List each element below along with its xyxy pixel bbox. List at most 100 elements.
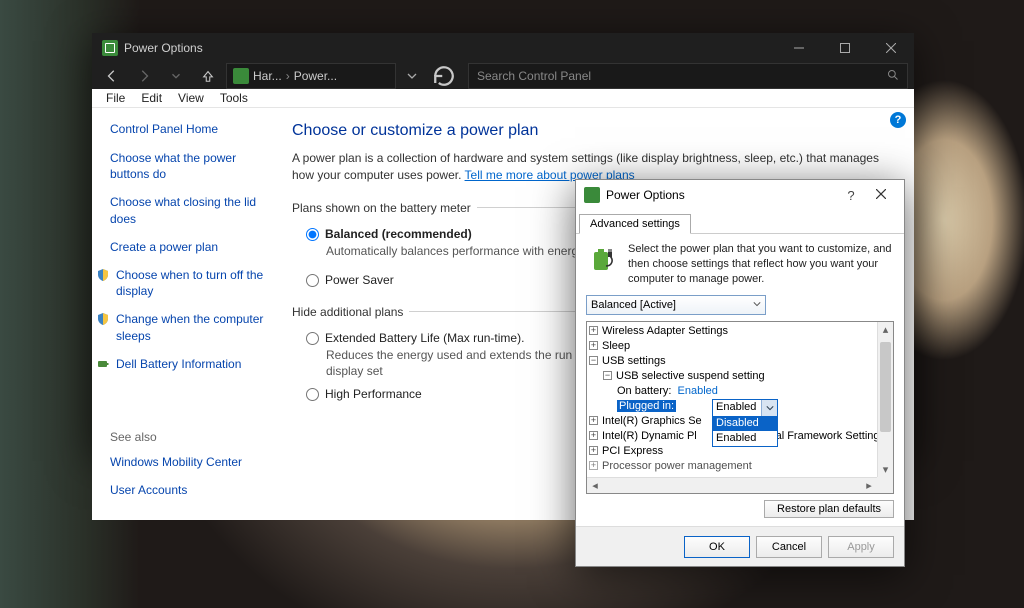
scroll-thumb[interactable] xyxy=(880,342,891,432)
plan-balanced-radio[interactable] xyxy=(306,228,319,241)
power-icon xyxy=(584,187,600,203)
power-options-dialog: Power Options ? Advanced settings Select… xyxy=(575,179,905,567)
close-button[interactable] xyxy=(866,189,896,202)
search-icon xyxy=(887,69,899,84)
settings-tree[interactable]: +Wireless Adapter Settings +Sleep −USB s… xyxy=(586,321,894,494)
tree-label-plugged-in: Plugged in: xyxy=(617,400,676,412)
battery-icon xyxy=(96,357,110,371)
forward-button[interactable] xyxy=(130,63,158,89)
tree-node-intel-dynamic[interactable]: Intel(R) Dynamic Pl xyxy=(602,430,697,442)
sidebar-link-mobility-center[interactable]: Windows Mobility Center xyxy=(110,454,264,470)
group-legend: Hide additional plans xyxy=(292,305,409,319)
expand-icon[interactable]: + xyxy=(589,341,598,350)
back-button[interactable] xyxy=(98,63,126,89)
restore-defaults-button[interactable]: Restore plan defaults xyxy=(764,500,894,518)
sidebar-link-user-accounts[interactable]: User Accounts xyxy=(110,482,264,498)
group-legend: Plans shown on the battery meter xyxy=(292,201,477,215)
plan-extended-label: Extended Battery Life (Max run-time). xyxy=(325,331,524,345)
horizontal-scrollbar[interactable]: ◂ ▸ xyxy=(587,477,877,493)
navigation-bar: Har... › Power... Search Control Panel xyxy=(92,63,914,89)
menu-edit[interactable]: Edit xyxy=(133,89,170,107)
plan-select-value: Balanced [Active] xyxy=(591,299,676,311)
menu-view[interactable]: View xyxy=(170,89,212,107)
minimize-button[interactable] xyxy=(776,33,822,63)
sidebar: Control Panel Home Choose what the power… xyxy=(92,108,272,520)
chevron-down-icon[interactable] xyxy=(761,400,777,416)
chevron-right-icon: › xyxy=(286,69,290,83)
dialog-titlebar[interactable]: Power Options ? xyxy=(576,180,904,210)
up-button[interactable] xyxy=(194,63,222,89)
tab-advanced-settings[interactable]: Advanced settings xyxy=(579,214,691,234)
tree-node-sleep[interactable]: Sleep xyxy=(602,340,630,352)
tree-node-usb[interactable]: USB settings xyxy=(602,355,666,367)
dropdown-option-disabled[interactable]: Disabled xyxy=(713,416,777,431)
power-icon xyxy=(102,40,118,56)
search-input[interactable]: Search Control Panel xyxy=(468,63,908,89)
help-button[interactable]: ? xyxy=(836,188,866,203)
plan-highperf-radio[interactable] xyxy=(306,388,319,401)
tree-node-wireless[interactable]: Wireless Adapter Settings xyxy=(602,325,728,337)
page-heading: Choose or customize a power plan xyxy=(292,122,894,140)
plugged-in-dropdown[interactable]: Enabled Disabled Enabled xyxy=(712,399,778,447)
help-icon[interactable]: ? xyxy=(890,112,906,128)
expand-icon[interactable]: + xyxy=(589,416,598,425)
shield-icon xyxy=(96,312,110,326)
menu-tools[interactable]: Tools xyxy=(212,89,256,107)
shield-icon xyxy=(96,268,110,282)
sidebar-link-lid[interactable]: Choose what closing the lid does xyxy=(110,194,264,226)
collapse-icon[interactable]: − xyxy=(603,371,612,380)
dropdown-current-value: Enabled xyxy=(713,400,761,415)
scroll-left-button[interactable]: ◂ xyxy=(587,478,603,493)
plan-extended-radio[interactable] xyxy=(306,332,319,345)
expand-icon[interactable]: + xyxy=(589,446,598,455)
sidebar-link-sleep[interactable]: Change when the computer sleeps xyxy=(116,311,264,343)
maximize-button[interactable] xyxy=(822,33,868,63)
recent-locations-button[interactable] xyxy=(162,63,190,89)
apply-button[interactable]: Apply xyxy=(828,536,894,558)
address-history-button[interactable] xyxy=(400,63,424,89)
breadcrumb-item[interactable]: Har... xyxy=(253,69,282,83)
menu-file[interactable]: File xyxy=(98,89,133,107)
window-title: Power Options xyxy=(124,41,776,55)
dialog-title: Power Options xyxy=(606,188,836,202)
dropdown-option-enabled[interactable]: Enabled xyxy=(713,431,777,446)
close-button[interactable] xyxy=(868,33,914,63)
tree-node-pci-express[interactable]: PCI Express xyxy=(602,445,663,457)
expand-icon[interactable]: + xyxy=(589,326,598,335)
plan-powersaver-label: Power Saver xyxy=(325,273,394,287)
sidebar-home-link[interactable]: Control Panel Home xyxy=(110,122,264,136)
tree-node-intel-graphics[interactable]: Intel(R) Graphics Se xyxy=(602,415,702,427)
plan-powersaver-radio[interactable] xyxy=(306,274,319,287)
vertical-scrollbar[interactable]: ▴ ▾ xyxy=(877,322,893,477)
battery-plug-icon xyxy=(586,242,620,276)
expand-icon[interactable]: + xyxy=(589,461,598,470)
dialog-tabs: Advanced settings xyxy=(576,210,904,234)
power-icon xyxy=(233,68,249,84)
breadcrumb-item[interactable]: Power... xyxy=(294,69,337,83)
search-placeholder: Search Control Panel xyxy=(477,69,591,83)
scroll-up-button[interactable]: ▴ xyxy=(878,322,893,338)
collapse-icon[interactable]: − xyxy=(589,356,598,365)
ok-button[interactable]: OK xyxy=(684,536,750,558)
plan-highperf-label: High Performance xyxy=(325,387,422,401)
tree-value-on-battery[interactable]: Enabled xyxy=(678,385,718,397)
tree-label-on-battery: On battery: xyxy=(617,385,671,397)
scroll-right-button[interactable]: ▸ xyxy=(861,478,877,493)
sidebar-link-dell-battery[interactable]: Dell Battery Information xyxy=(116,356,241,372)
plan-balanced-label: Balanced (recommended) xyxy=(325,227,472,241)
chevron-down-icon xyxy=(753,299,761,311)
tree-node-usb-suspend[interactable]: USB selective suspend setting xyxy=(616,370,765,382)
scroll-down-button[interactable]: ▾ xyxy=(878,461,893,477)
plan-select[interactable]: Balanced [Active] xyxy=(586,295,766,315)
address-bar[interactable]: Har... › Power... xyxy=(226,63,396,89)
sidebar-link-power-buttons[interactable]: Choose what the power buttons do xyxy=(110,150,264,182)
cancel-button[interactable]: Cancel xyxy=(756,536,822,558)
refresh-button[interactable] xyxy=(430,63,458,89)
sidebar-link-display-off[interactable]: Choose when to turn off the display xyxy=(116,267,264,299)
expand-icon[interactable]: + xyxy=(589,431,598,440)
tree-node-processor[interactable]: Processor power management xyxy=(602,460,752,472)
dialog-button-row: OK Cancel Apply xyxy=(576,526,904,566)
see-also-label: See also xyxy=(110,430,264,444)
titlebar[interactable]: Power Options xyxy=(92,33,914,63)
sidebar-link-create-plan[interactable]: Create a power plan xyxy=(110,239,264,255)
